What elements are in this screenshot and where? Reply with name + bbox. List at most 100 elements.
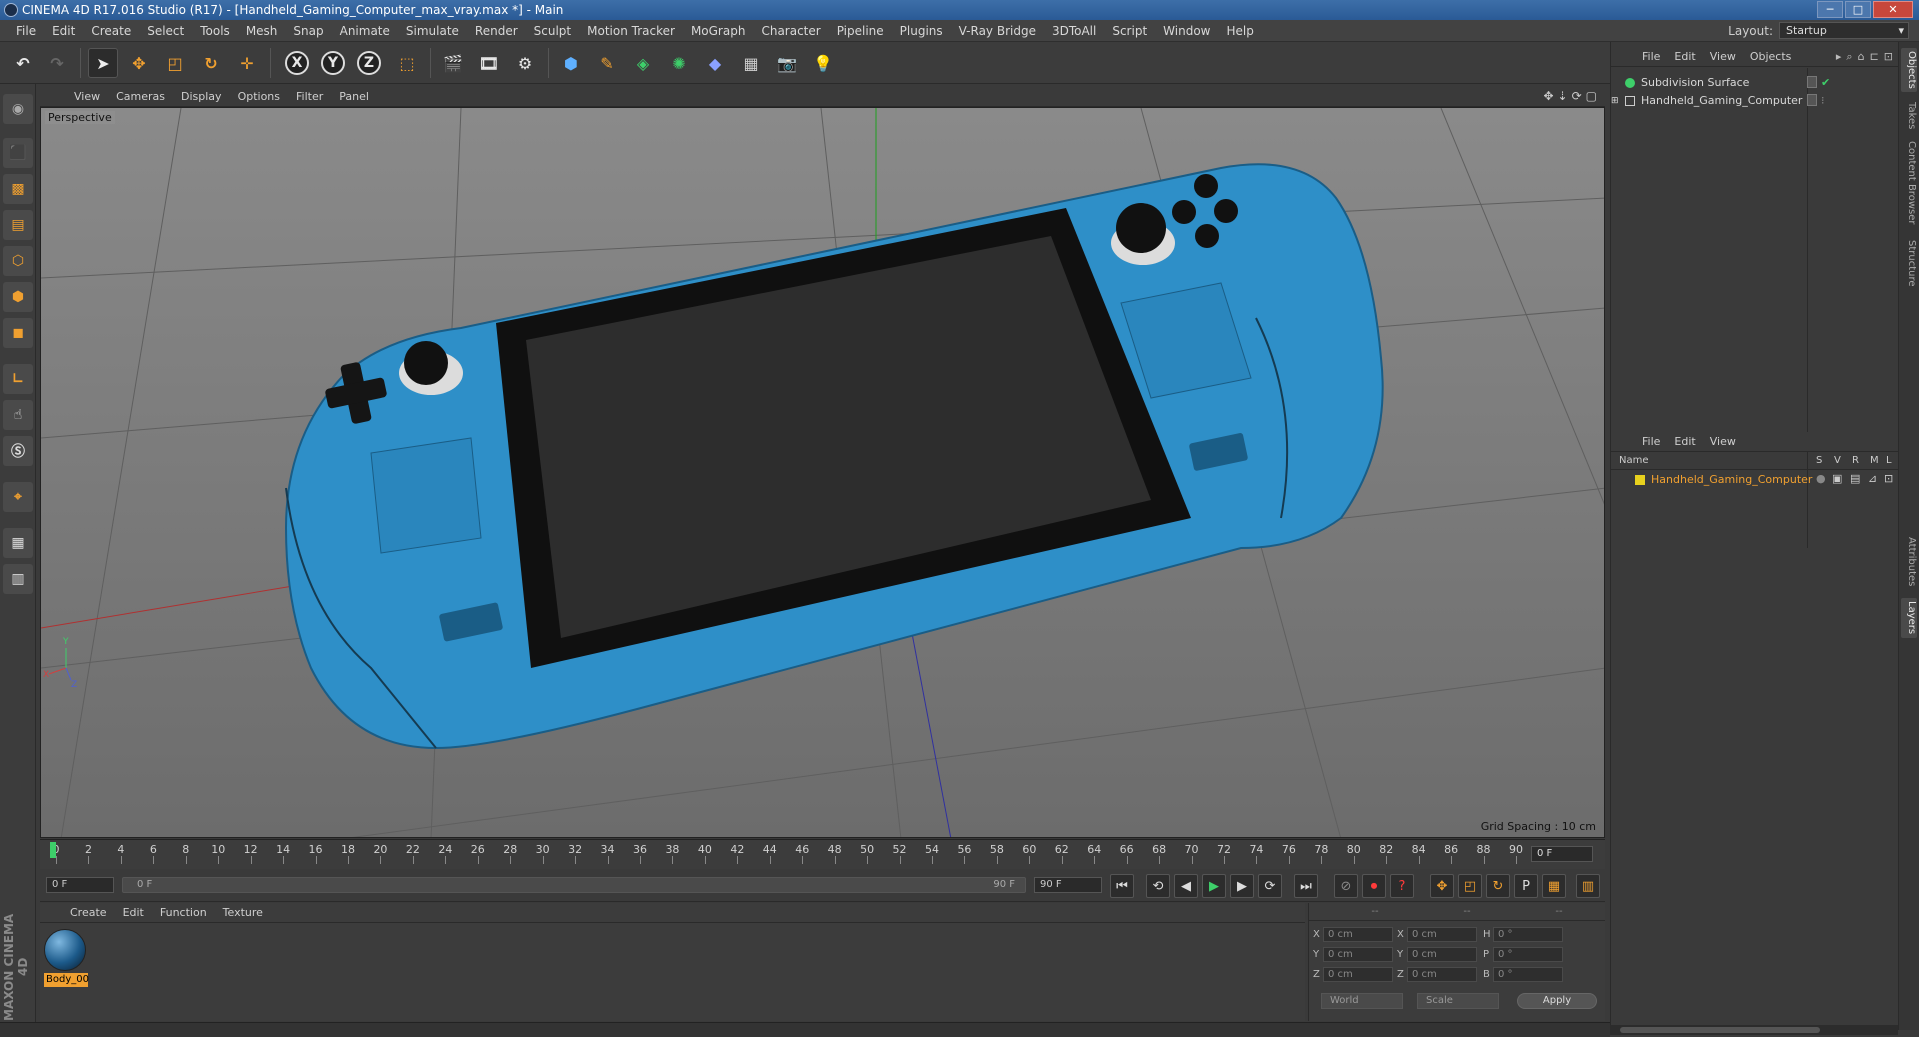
bookmark-icon[interactable]: ⊏ [1870,50,1879,64]
minimize-button[interactable]: ─ [1817,1,1843,18]
points-mode-icon[interactable]: ⬡ [3,246,33,276]
menu-sculpt[interactable]: Sculpt [526,24,579,38]
objects-menu-edit[interactable]: Edit [1667,50,1702,63]
edges-mode-icon[interactable]: ⬢ [3,282,33,312]
objects-menu-view[interactable]: View [1703,50,1743,63]
layer-solo-icon[interactable]: ● [1816,472,1826,485]
enabled-check-icon[interactable]: ✔ [1821,76,1830,89]
layer-manager-icon[interactable]: ⊿ [1868,472,1877,485]
transform-icon[interactable]: ✛ [232,48,262,78]
current-frame-field[interactable]: 0 F [1531,846,1593,862]
position-z-field[interactable]: 0 cm [1323,967,1393,982]
snapping-icon[interactable]: Ⓢ [3,436,33,466]
keyframe-selection-icon[interactable]: ⊘ [1334,874,1358,898]
size-x-field[interactable]: 0 cm [1407,927,1477,942]
tab-objects[interactable]: Objects [1901,48,1917,92]
tab-content-browser[interactable]: Content Browser [1901,138,1917,228]
menu-vray-bridge[interactable]: V-Ray Bridge [951,24,1044,38]
layers-menu-edit[interactable]: Edit [1667,435,1702,448]
material-menu-function[interactable]: Function [152,906,215,919]
edit-tag-icon[interactable] [1807,94,1817,106]
rotation-b-field[interactable]: 0 ° [1493,967,1563,982]
viewport-menu-display[interactable]: Display [173,90,230,103]
move-icon[interactable]: ✥ [124,48,154,78]
polygons-mode-icon[interactable]: ◼ [3,318,33,348]
toggle-view-icon[interactable]: ▢ [1586,89,1597,103]
rotation-p-field[interactable]: 0 ° [1493,947,1563,962]
expand-toggle-icon[interactable]: ⊞ [1611,96,1621,106]
position-x-field[interactable]: 0 cm [1323,927,1393,942]
material-swatch[interactable]: Body_00 [44,929,90,987]
model-mode-icon[interactable]: ⬛ [3,138,33,168]
menu-script[interactable]: Script [1104,24,1155,38]
menu-edit[interactable]: Edit [44,24,83,38]
axis-mode-icon[interactable]: ∟ [3,364,33,394]
planar-workplane-icon[interactable]: ▥ [3,564,33,594]
timeline-playhead[interactable] [50,842,56,858]
objects-menu-file[interactable]: File [1635,50,1667,63]
make-editable-icon[interactable]: ◉ [3,94,33,124]
preview-range-slider[interactable]: 0 F 90 F [122,877,1026,893]
material-menu-texture[interactable]: Texture [215,906,271,919]
previous-key-icon[interactable]: ⟲ [1146,874,1170,898]
z-axis-lock-button[interactable]: Z [354,48,384,78]
next-key-icon[interactable]: ⟳ [1258,874,1282,898]
key-parameter-button[interactable]: P [1514,874,1538,898]
viewport-menu-filter[interactable]: Filter [288,90,331,103]
layout-select[interactable]: Startup [1779,22,1909,39]
layers-menu-view[interactable]: View [1703,435,1743,448]
light-bulb-icon[interactable]: 💡 [808,48,838,78]
key-position-icon[interactable]: ✥ [1430,874,1454,898]
end-frame-field[interactable]: 90 F [1034,877,1102,893]
more-arrow-icon[interactable]: ▸ [1836,50,1842,64]
spline-pen-icon[interactable]: ✎ [592,48,622,78]
material-menu-edit[interactable]: Edit [115,906,152,919]
camera-icon[interactable]: 📷 [772,48,802,78]
apply-button[interactable]: Apply [1517,993,1597,1009]
record-active-objects-icon[interactable]: ⏺ [1362,874,1386,898]
menu-character[interactable]: Character [753,24,828,38]
position-y-field[interactable]: 0 cm [1323,947,1393,962]
viewport-menu-options[interactable]: Options [230,90,288,103]
world-coordinate-icon[interactable]: ⬚ [392,48,422,78]
play-icon[interactable]: ▶ [1202,874,1226,898]
layer-lock-icon[interactable]: ⊡ [1884,472,1893,485]
tab-layers[interactable]: Layers [1901,598,1917,638]
viewport-menu-view[interactable]: View [66,90,108,103]
close-button[interactable]: ✕ [1873,1,1913,18]
menu-create[interactable]: Create [83,24,139,38]
menu-mesh[interactable]: Mesh [238,24,286,38]
menu-snap[interactable]: Snap [285,24,331,38]
pan-view-icon[interactable]: ✥ [1543,89,1553,103]
go-to-end-icon[interactable]: ⏭ [1294,874,1318,898]
tab-attributes[interactable]: Attributes [1901,534,1917,590]
select-arrow-icon[interactable]: ➤ [88,48,118,78]
menu-file[interactable]: File [8,24,44,38]
edit-tag-icon[interactable] [1807,76,1817,88]
expand-panel-icon[interactable]: ⊡ [1884,50,1893,64]
menu-motion-tracker[interactable]: Motion Tracker [579,24,683,38]
layer-render-icon[interactable]: ▤ [1850,472,1860,485]
key-rotation-icon[interactable]: ↻ [1486,874,1510,898]
y-axis-lock-button[interactable]: Y [318,48,348,78]
tweak-mode-icon[interactable]: ☝ [3,400,33,430]
objects-menu-objects[interactable]: Objects [1743,50,1799,63]
key-point-level-icon[interactable]: ▦ [1542,874,1566,898]
layer-color-swatch[interactable] [1635,475,1645,485]
rotate-icon[interactable]: ↻ [196,48,226,78]
scale-icon[interactable]: ◰ [160,48,190,78]
material-menu-create[interactable]: Create [62,906,115,919]
size-z-field[interactable]: 0 cm [1407,967,1477,982]
autokeying-icon[interactable]: ? [1390,874,1414,898]
layers-menu-file[interactable]: File [1635,435,1667,448]
menu-mograph[interactable]: MoGraph [683,24,754,38]
visibility-dots-icon[interactable]: ⁝ [1821,94,1825,107]
home-icon[interactable]: ⌂ [1858,50,1865,64]
size-mode-select[interactable]: Scale [1417,993,1499,1009]
menu-pipeline[interactable]: Pipeline [829,24,892,38]
locked-workplane-icon[interactable]: ▦ [3,528,33,558]
menu-help[interactable]: Help [1218,24,1261,38]
go-to-start-icon[interactable]: ⏮ [1110,874,1134,898]
render-to-picture-viewer-icon[interactable]: 🎞 [474,48,504,78]
object-row-handheld[interactable]: ⊞ Handheld_Gaming_Computer ⁝ [1611,92,1899,109]
